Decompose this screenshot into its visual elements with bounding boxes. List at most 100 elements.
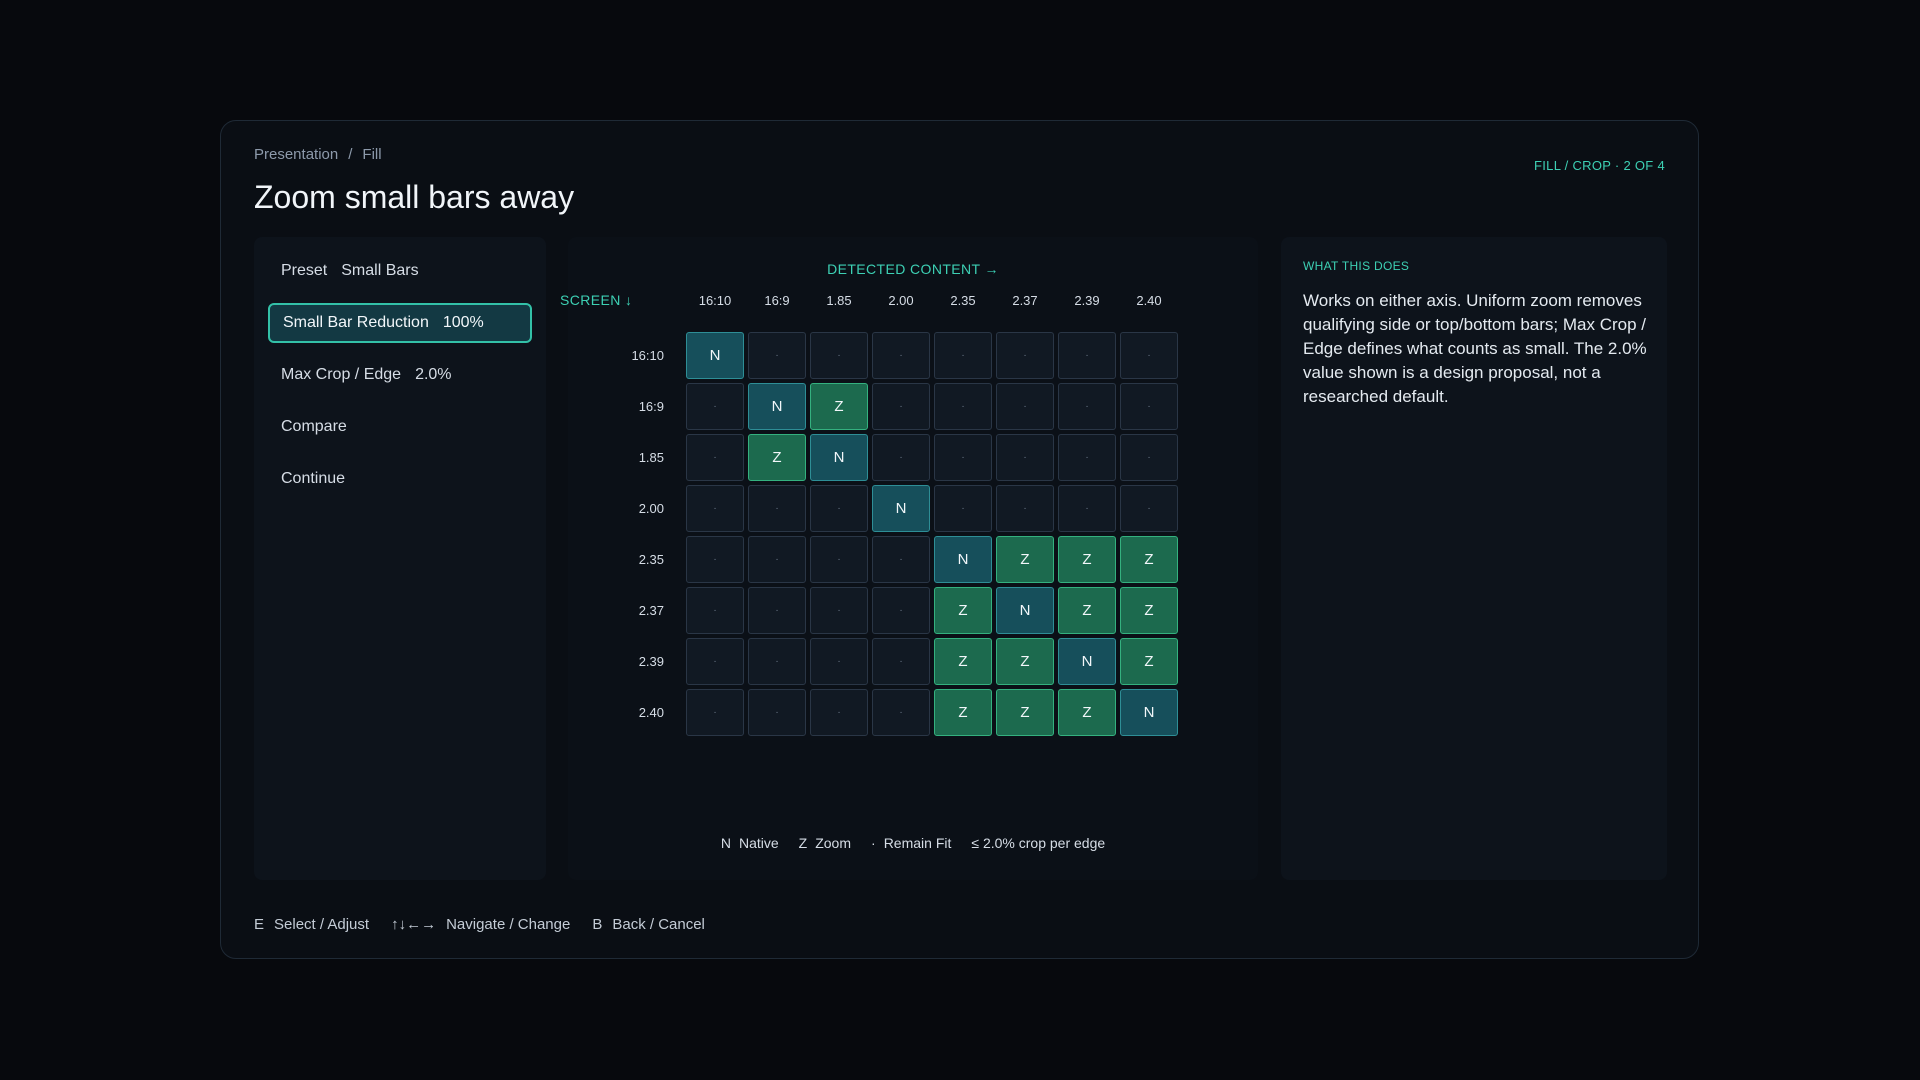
row-label: 2.00 — [638, 501, 664, 516]
matrix-cell[interactable]: · — [872, 383, 930, 430]
menu-item-value: Small Bars — [341, 262, 419, 279]
hint-label: Back / Cancel — [612, 916, 705, 933]
legend-remain-fit: · Remain Fit — [871, 835, 951, 851]
matrix-cell[interactable]: N — [748, 383, 806, 430]
menu-item-small-bar-reduction[interactable]: Small Bar Reduction 100% — [268, 303, 532, 343]
matrix-cell[interactable]: Z — [1120, 638, 1178, 685]
matrix-cell[interactable]: Z — [996, 689, 1054, 736]
matrix-cell[interactable]: N — [686, 332, 744, 379]
matrix-cell[interactable]: · — [748, 587, 806, 634]
matrix-cell[interactable]: N — [1120, 689, 1178, 736]
matrix-cell[interactable]: · — [686, 434, 744, 481]
matrix-cell[interactable]: · — [686, 689, 744, 736]
matrix-cell[interactable]: · — [686, 383, 744, 430]
legend-key: · — [871, 835, 876, 851]
row-label: 2.39 — [638, 654, 664, 669]
matrix-cell[interactable]: Z — [934, 587, 992, 634]
legend-native: N Native — [721, 835, 779, 851]
matrix-cell[interactable]: · — [748, 332, 806, 379]
matrix-cell[interactable]: Z — [996, 638, 1054, 685]
matrix-cell[interactable]: · — [1058, 485, 1116, 532]
matrix-cell[interactable]: · — [1058, 434, 1116, 481]
matrix-cell[interactable]: · — [810, 587, 868, 634]
matrix-cell[interactable]: Z — [810, 383, 868, 430]
column-label: 2.40 — [1136, 293, 1162, 308]
menu-item-label: Small Bar Reduction — [283, 314, 429, 331]
matrix-cell[interactable]: · — [1120, 485, 1178, 532]
matrix-cell[interactable]: · — [686, 536, 744, 583]
row-label: 16:9 — [638, 399, 664, 414]
matrix-cell[interactable]: · — [1058, 332, 1116, 379]
matrix-cell[interactable]: · — [810, 638, 868, 685]
matrix-cell[interactable]: Z — [996, 536, 1054, 583]
matrix-cell[interactable]: · — [872, 587, 930, 634]
matrix-cell[interactable]: · — [996, 434, 1054, 481]
row-label: 16:10 — [631, 348, 664, 363]
menu-item-label: Max Crop / Edge — [281, 366, 402, 383]
matrix-cell[interactable]: · — [872, 332, 930, 379]
hint-label: Select / Adjust — [274, 916, 370, 933]
matrix-cell[interactable]: · — [934, 383, 992, 430]
matrix-cell[interactable]: · — [686, 638, 744, 685]
control-hints: E Select / Adjust ↑↓←→ Navigate / Change… — [254, 916, 705, 933]
matrix-cell[interactable]: N — [810, 434, 868, 481]
breadcrumb-parent[interactable]: Presentation — [254, 146, 338, 163]
info-card: WHAT THIS DOES Works on either axis. Uni… — [1281, 237, 1667, 880]
matrix-cell[interactable]: · — [1058, 383, 1116, 430]
matrix-cell[interactable]: Z — [1120, 536, 1178, 583]
matrix-cell[interactable]: · — [686, 587, 744, 634]
matrix-cell[interactable]: · — [748, 638, 806, 685]
row-label: 1.85 — [638, 450, 664, 465]
matrix-cell[interactable]: N — [1058, 638, 1116, 685]
settings-menu: Preset Small Bars Small Bar Reduction 10… — [254, 237, 546, 880]
matrix-cell[interactable]: · — [810, 536, 868, 583]
info-body: Works on either axis. Uniform zoom remov… — [1303, 291, 1647, 406]
matrix-cell[interactable]: N — [996, 587, 1054, 634]
matrix-cell[interactable]: N — [934, 536, 992, 583]
matrix-cell[interactable]: · — [934, 332, 992, 379]
matrix-cell[interactable]: · — [686, 485, 744, 532]
matrix-cell[interactable]: · — [934, 485, 992, 532]
matrix-cell[interactable]: N — [872, 485, 930, 532]
matrix-cell[interactable]: · — [872, 689, 930, 736]
matrix-cell[interactable]: · — [810, 485, 868, 532]
row-label: 2.37 — [638, 603, 664, 618]
matrix-cell[interactable]: · — [996, 383, 1054, 430]
matrix-cell[interactable]: Z — [1058, 689, 1116, 736]
matrix-cell[interactable]: · — [810, 689, 868, 736]
page-title: Zoom small bars away — [254, 179, 575, 215]
matrix-cell[interactable]: Z — [1058, 587, 1116, 634]
matrix-cell[interactable]: Z — [934, 689, 992, 736]
matrix-cell[interactable]: · — [810, 332, 868, 379]
hint-back: B Back / Cancel — [592, 916, 705, 933]
matrix-cell[interactable]: · — [996, 485, 1054, 532]
menu-item-max-crop-edge[interactable]: Max Crop / Edge 2.0% — [268, 355, 532, 395]
matrix-legend: N Native Z Zoom · Remain Fit ≤ 2.0% crop… — [568, 835, 1258, 851]
hint-key: ↑↓←→ — [391, 916, 437, 933]
matrix-cell[interactable]: · — [748, 485, 806, 532]
matrix-cell[interactable]: · — [872, 638, 930, 685]
column-label: 2.37 — [1012, 293, 1038, 308]
matrix-cell[interactable]: · — [1120, 383, 1178, 430]
matrix-cell[interactable]: · — [1120, 434, 1178, 481]
row-label: 2.40 — [638, 705, 664, 720]
matrix-cell[interactable]: Z — [1120, 587, 1178, 634]
matrix-cell[interactable]: Z — [1058, 536, 1116, 583]
matrix-cell[interactable]: Z — [748, 434, 806, 481]
matrix-cell[interactable]: · — [748, 536, 806, 583]
mapping-matrix: DETECTED CONTENT → SCREEN ↓ 16:10 16:9 1.8… — [560, 237, 1258, 880]
legend-zoom: Z Zoom — [799, 835, 851, 851]
hint-navigate: ↑↓←→ Navigate / Change — [391, 916, 570, 933]
hint-key: B — [592, 916, 603, 933]
menu-item-compare[interactable]: Compare — [268, 407, 532, 447]
matrix-cell[interactable]: Z — [934, 638, 992, 685]
matrix-cell[interactable]: · — [1120, 332, 1178, 379]
matrix-cell[interactable]: · — [996, 332, 1054, 379]
matrix-cell[interactable]: · — [748, 689, 806, 736]
matrix-cell[interactable]: · — [872, 536, 930, 583]
breadcrumb: Presentation / Fill — [254, 146, 382, 163]
matrix-cell[interactable]: · — [872, 434, 930, 481]
matrix-cell[interactable]: · — [934, 434, 992, 481]
menu-item-preset[interactable]: Preset Small Bars — [268, 251, 532, 291]
menu-item-continue[interactable]: Continue — [268, 459, 532, 499]
